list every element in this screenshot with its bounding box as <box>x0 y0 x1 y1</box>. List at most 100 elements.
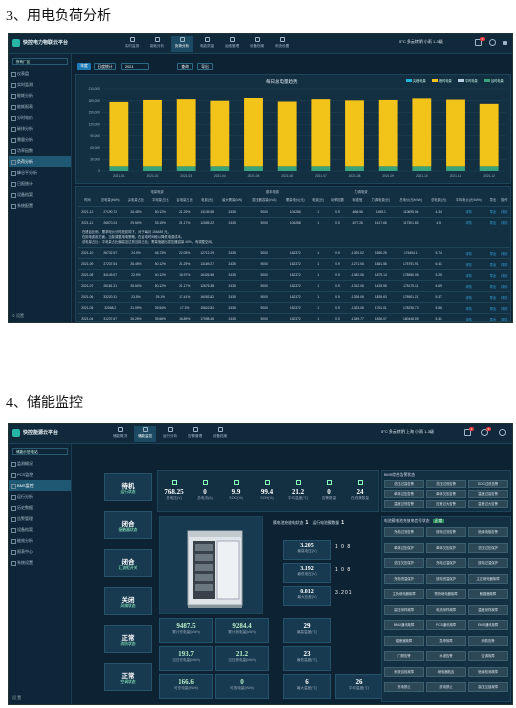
row-action[interactable]: 导出 <box>487 281 498 292</box>
station-select[interactable]: 储能示范电站 <box>12 448 68 455</box>
row-action[interactable]: 详情 <box>499 292 510 303</box>
settings-icon[interactable] <box>499 429 506 436</box>
nav-3[interactable]: 电能质量 <box>196 36 218 52</box>
sidebar-item-1[interactable]: PCS监控 <box>9 469 71 480</box>
sidebar-item-3[interactable]: 运行分析 <box>9 491 71 502</box>
row-action[interactable]: 详情 <box>499 270 510 281</box>
nav-0[interactable]: 实时监测 <box>121 36 143 52</box>
table-cell: 24.9% <box>131 251 141 255</box>
cluster-status: 簇电池充放电状态 1 运行电池簇数量 1 <box>273 520 344 526</box>
query-button[interactable]: 查询 <box>177 63 193 70</box>
nav-5[interactable]: 设备档案 <box>246 36 268 52</box>
nav-2[interactable]: 负荷分析 <box>171 36 193 52</box>
row-action[interactable]: 详情 <box>450 314 487 321</box>
year-select[interactable]: 2021 <box>121 63 149 70</box>
nav-0[interactable]: 储能概况 <box>109 426 131 442</box>
sidebar-item-10[interactable]: 日报统计 <box>9 178 71 189</box>
table-cell: -1340.06 <box>350 273 364 277</box>
sidebar-item-12[interactable]: 系统配置 <box>9 200 71 211</box>
row-action[interactable]: 详情 <box>450 281 487 292</box>
app-logo-icon <box>12 429 20 437</box>
nav-label: 负荷分析 <box>174 44 190 48</box>
nav-4[interactable]: 设备档案 <box>209 426 231 442</box>
sidebar-item-7[interactable]: 能效分析 <box>9 535 71 546</box>
status-card: 正常 空调状态 <box>104 663 152 691</box>
sidebar-item-0[interactable]: 监测概况 <box>9 458 71 469</box>
relay-indicator: 高压采样故障 <box>384 604 424 615</box>
sidebar-item-4[interactable]: 分时电价 <box>9 112 71 123</box>
row-action[interactable]: 详情 <box>450 292 487 303</box>
battery-cabinet-image <box>187 530 243 608</box>
relay-indicator: 高压互锁故障 <box>468 682 508 692</box>
row-action[interactable]: 详情 <box>499 217 510 228</box>
row-action[interactable]: 导出 <box>487 259 498 270</box>
nav-1[interactable]: 储能监控 <box>134 426 156 442</box>
row-action[interactable]: 导出 <box>487 248 498 259</box>
bar-peak <box>345 100 364 167</box>
sidebar-item-7[interactable]: 功率因数 <box>9 145 71 156</box>
temp-stat: 26 平均温度(℃) <box>335 674 383 699</box>
sidebar-item-2[interactable]: 能耗分析 <box>9 90 71 101</box>
row-action[interactable]: 详情 <box>450 217 487 228</box>
nav-2[interactable]: 运行分析 <box>159 426 181 442</box>
temp-value: 26 <box>355 678 363 686</box>
sidebar-item-2[interactable]: BMS监控 <box>9 480 71 491</box>
row-action[interactable]: 详情 <box>450 270 487 281</box>
sidebar-item-6[interactable]: 设备档案 <box>9 524 71 535</box>
row-action[interactable]: 导出 <box>487 270 498 281</box>
nav-1[interactable]: 能耗分析 <box>146 36 168 52</box>
sidebar-footer[interactable]: © 设置 <box>12 313 24 319</box>
sidebar-item-0[interactable]: 仪表盘 <box>9 68 71 79</box>
column-header: 总电费(元) <box>430 198 447 203</box>
row-action[interactable]: 详情 <box>499 281 510 292</box>
row-action[interactable]: 详情 <box>450 206 487 217</box>
nav-3[interactable]: 告警管理 <box>184 426 206 442</box>
row-action[interactable]: 详情 <box>499 303 510 314</box>
row-action[interactable]: 导出 <box>487 292 498 303</box>
row-action[interactable]: 详情 <box>499 314 510 321</box>
row-action[interactable]: 详情 <box>499 248 510 259</box>
row-action[interactable]: 导出 <box>487 206 498 217</box>
sidebar-item-1[interactable]: 实时监测 <box>9 79 71 90</box>
table-header: 时间 总电量(kWh) 尖电量占比 平电量占比 谷电量占比 电费(元) 最大需量(kW) 变压… <box>78 194 510 206</box>
sidebar-item-11[interactable]: 设备档案 <box>9 189 71 200</box>
tab-year[interactable]: 年度 <box>77 63 91 70</box>
user-icon[interactable] <box>489 39 496 46</box>
sidebar-item-4[interactable]: 历史数据 <box>9 502 71 513</box>
row-action[interactable]: 详情 <box>450 248 487 259</box>
table-cell: 0.9 <box>335 220 340 225</box>
row-action[interactable]: 详情 <box>499 259 510 270</box>
bar-peak <box>446 99 465 167</box>
row-action[interactable]: 导出 <box>487 314 498 321</box>
row-action[interactable]: 导出 <box>487 303 498 314</box>
sidebar-item-9[interactable]: 峰谷平分析 <box>9 167 71 178</box>
column-header: 谷电量占比 <box>176 198 193 203</box>
tab-daily[interactable]: 日度统计 <box>94 63 116 70</box>
alarm-indicator: 温差过大告警 <box>468 500 508 508</box>
table-cell: 178901.21 <box>403 295 419 299</box>
sidebar-item-9[interactable]: 系统设置 <box>9 557 71 568</box>
nav-6[interactable]: 系统设置 <box>271 36 293 52</box>
nav-icon <box>254 37 260 42</box>
settings-icon[interactable] <box>503 41 507 45</box>
cabinet-panel <box>159 516 263 614</box>
row-action[interactable]: 详情 <box>450 303 487 314</box>
bar-peak <box>479 103 499 167</box>
row-action[interactable]: 详情 <box>450 259 487 270</box>
sidebar-item-3[interactable]: 能耗报表 <box>9 101 71 112</box>
sidebar-item-5[interactable]: 碳排分析 <box>9 123 71 134</box>
sidebar-item-8[interactable]: 报表中心 <box>9 546 71 557</box>
kpi-label: 在线簇数量 <box>351 496 369 500</box>
sidebar-item-8[interactable]: 负荷分析 <box>9 156 71 167</box>
running-cluster-label: 运行电池簇数量 <box>312 521 340 525</box>
kpi-label: 平均温度(℃) <box>287 496 309 500</box>
row-action[interactable]: 导出 <box>487 217 498 228</box>
site-select[interactable]: 所有厂区 <box>12 58 68 65</box>
row-action[interactable]: 详情 <box>499 206 510 217</box>
export-button[interactable]: 导出 <box>197 63 213 70</box>
sidebar-footer[interactable]: 设 置 <box>12 695 21 701</box>
table-cell: 5.25 <box>435 273 442 277</box>
sidebar-item-6[interactable]: 需量分析 <box>9 134 71 145</box>
sidebar-item-5[interactable]: 告警管理 <box>9 513 71 524</box>
nav-4[interactable]: 运维管理 <box>221 36 243 52</box>
